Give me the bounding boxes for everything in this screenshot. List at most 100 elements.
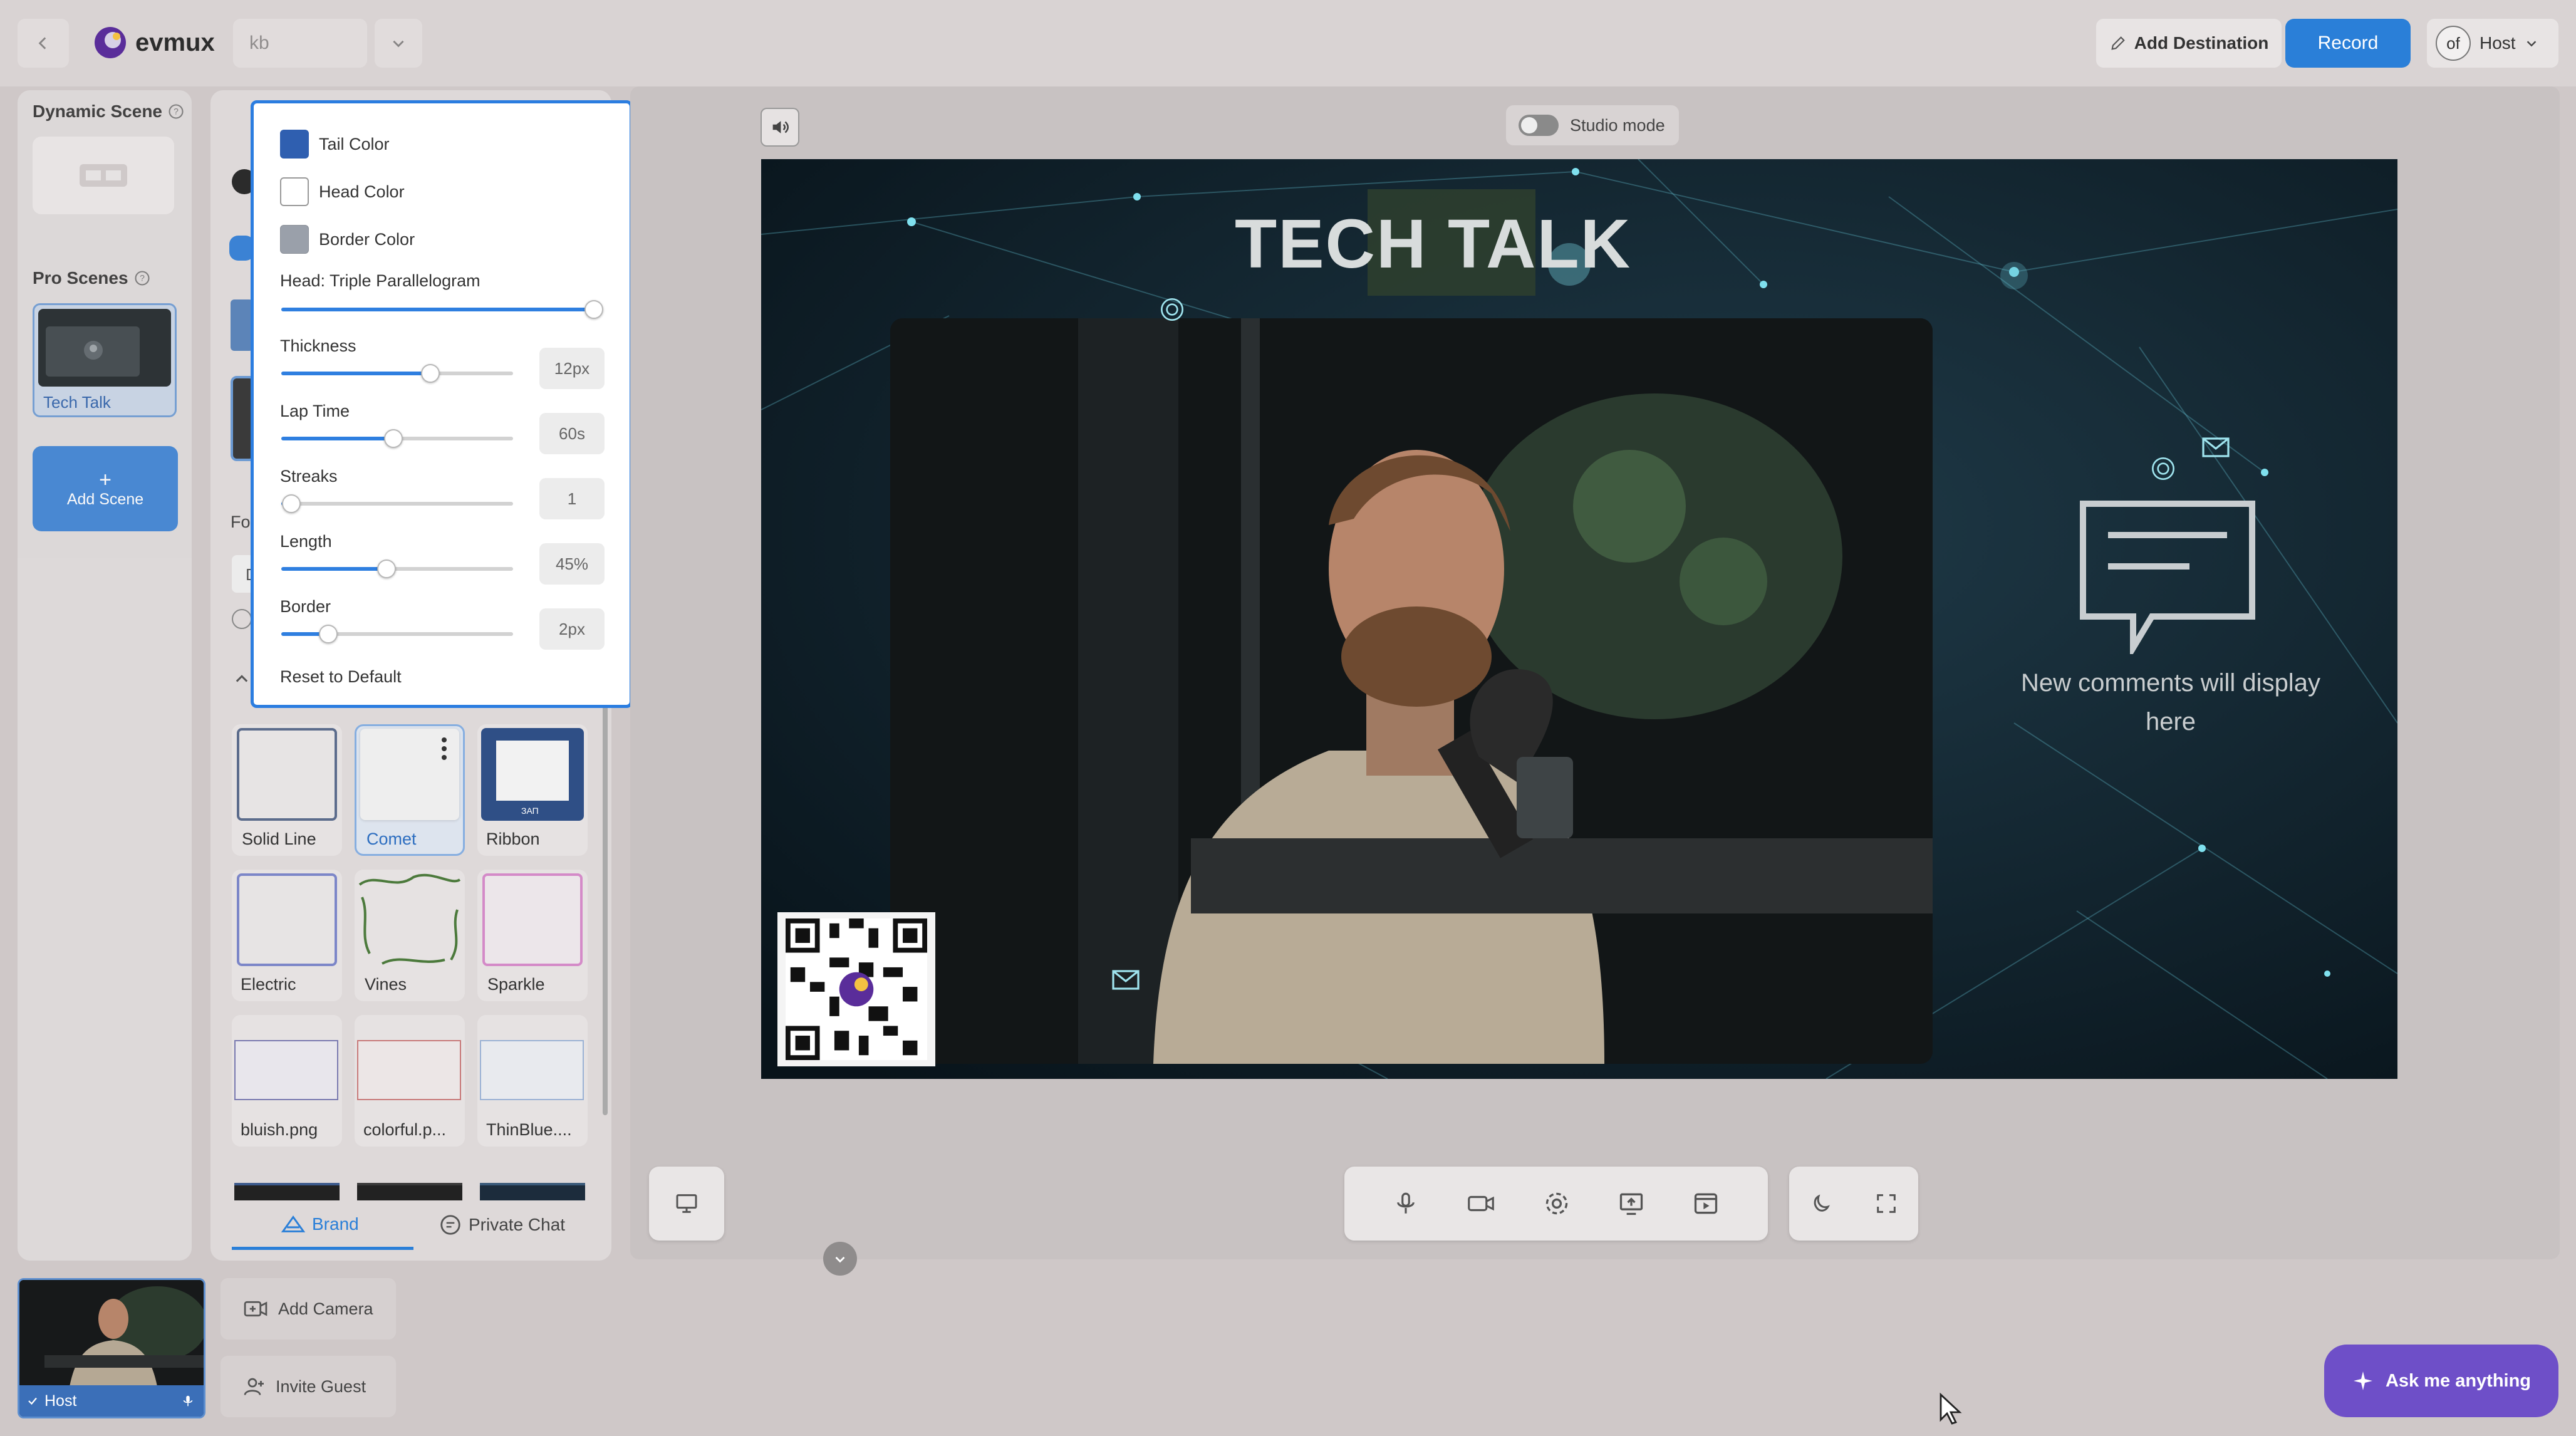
stage-canvas[interactable]: TECH TALK New comments will display here <box>761 159 2397 1079</box>
slider-thumb[interactable] <box>377 559 396 578</box>
media-player-icon[interactable] <box>1692 1190 1720 1217</box>
microphone-icon[interactable] <box>1393 1190 1419 1217</box>
chevron-up-icon[interactable] <box>233 670 251 688</box>
slider-label: Lap Time <box>280 402 350 420</box>
tail-color-swatch[interactable] <box>280 130 309 159</box>
invite-guest-button[interactable]: Invite Guest <box>221 1356 396 1417</box>
audio-toggle-button[interactable] <box>761 108 799 147</box>
qr-code[interactable] <box>777 912 935 1066</box>
comments-placeholder-line2: here <box>2145 708 2196 736</box>
layout-icon <box>80 164 127 187</box>
chevron-down-icon <box>835 1256 845 1263</box>
slider-value-input[interactable]: 45% <box>539 543 605 585</box>
tile-label: bluish.png <box>241 1120 318 1139</box>
border-tile-partial[interactable] <box>234 1183 340 1200</box>
person-video-icon <box>890 318 1933 1064</box>
slider-thumb[interactable] <box>421 364 440 383</box>
more-vertical-icon[interactable] <box>439 736 449 761</box>
pencil-icon <box>2111 36 2125 50</box>
brand-logo[interactable]: evmux <box>93 25 215 60</box>
monitor-icon <box>676 1194 697 1213</box>
border-tile-partial[interactable] <box>357 1183 462 1200</box>
chevron-down-icon <box>393 40 404 48</box>
vines-preview-icon <box>358 873 461 965</box>
head-type-slider-thumb[interactable] <box>584 300 603 319</box>
avatar-text: of <box>2446 33 2460 53</box>
top-bar: evmux kb Add Destination Record of Host <box>0 0 2576 86</box>
project-input[interactable]: kb <box>233 19 367 68</box>
border-color-swatch[interactable] <box>280 225 309 254</box>
border-tile-solid-line[interactable]: Solid Line <box>232 724 342 856</box>
chevron-down-icon <box>2527 41 2536 47</box>
microphone-icon[interactable] <box>181 1394 195 1408</box>
dynamic-scene-card[interactable] <box>33 137 174 214</box>
slider-value-input[interactable]: 60s <box>539 413 605 454</box>
slider-value-input[interactable]: 12px <box>539 348 605 389</box>
project-dropdown-button[interactable] <box>375 19 422 68</box>
add-scene-label: Add Scene <box>66 490 144 508</box>
user-menu[interactable]: of Host <box>2427 19 2558 68</box>
tile-label: colorful.p... <box>363 1120 447 1139</box>
record-button[interactable]: Record <box>2285 19 2411 68</box>
slider-label: Thickness <box>280 336 356 355</box>
tail-color-row[interactable]: Tail Color <box>280 130 390 159</box>
settings-gear-icon[interactable] <box>1543 1190 1571 1217</box>
slider-thumb[interactable] <box>282 494 301 513</box>
head-color-row[interactable]: Head Color <box>280 177 405 206</box>
slider-label: Length <box>280 532 332 551</box>
tab-brand[interactable]: Brand <box>281 1213 359 1236</box>
fullscreen-icon[interactable] <box>1874 1191 1899 1216</box>
border-tile-thinblue[interactable]: ThinBlue.... <box>477 1015 588 1147</box>
camera-icon[interactable] <box>1466 1190 1496 1217</box>
help-icon[interactable]: ? <box>167 103 185 120</box>
studio-mode-toggle[interactable]: Studio mode <box>1506 105 1679 145</box>
head-color-swatch[interactable] <box>280 177 309 206</box>
add-camera-button[interactable]: Add Camera <box>221 1278 396 1340</box>
border-tile-vines[interactable]: Vines <box>355 870 465 1001</box>
target-icon <box>2152 457 2174 480</box>
tab-private-chat[interactable]: Private Chat <box>439 1213 565 1237</box>
slider-track[interactable] <box>281 502 513 506</box>
pro-scene-tech-talk[interactable]: Tech Talk <box>33 303 177 417</box>
slider-value-input[interactable]: 1 <box>539 478 605 519</box>
border-settings-popover: Tail Color Head Color Border Color Head:… <box>251 100 633 708</box>
add-scene-button[interactable]: + Add Scene <box>33 446 178 531</box>
layout-button[interactable] <box>649 1167 724 1241</box>
title-overlay[interactable]: TECH TALK <box>1235 204 1631 284</box>
ask-me-anything-button[interactable]: Ask me anything <box>2324 1345 2558 1417</box>
help-icon[interactable]: ? <box>133 269 151 287</box>
tile-label: Sparkle <box>487 975 545 994</box>
invite-guest-label: Invite Guest <box>276 1376 366 1396</box>
screen-share-icon[interactable] <box>1618 1190 1645 1217</box>
moon-icon[interactable] <box>1809 1191 1834 1216</box>
slider-thumb[interactable] <box>319 625 338 643</box>
camera-feed[interactable] <box>890 318 1933 1064</box>
slider-value-input[interactable]: 2px <box>539 608 605 650</box>
collapse-toggle[interactable] <box>823 1242 857 1276</box>
back-button[interactable] <box>18 19 69 68</box>
tile-label: Electric <box>241 975 296 994</box>
partial-fo-label: Fo <box>231 512 251 531</box>
reset-to-default-link[interactable]: Reset to Default <box>280 667 402 687</box>
studio-mode-switch[interactable] <box>1519 115 1559 136</box>
border-tile-partial[interactable] <box>480 1183 585 1200</box>
border-tile-bluish[interactable]: bluish.png <box>232 1015 342 1147</box>
add-destination-button[interactable]: Add Destination <box>2096 19 2282 68</box>
tile-label: Solid Line <box>242 830 316 848</box>
border-color-row[interactable]: Border Color <box>280 225 415 254</box>
border-tile-sparkle[interactable]: Sparkle <box>477 870 588 1001</box>
dynamic-scene-title: Dynamic Scene <box>33 101 162 121</box>
host-tile[interactable]: Host <box>18 1278 205 1418</box>
mail-icon <box>2202 437 2230 457</box>
border-tile-comet[interactable]: Comet <box>355 724 465 856</box>
slider-thumb[interactable] <box>384 429 403 448</box>
scrollbar[interactable] <box>603 702 608 1115</box>
border-tile-ribbon[interactable]: ЗАП Ribbon <box>477 724 588 856</box>
partial-radio[interactable] <box>232 609 252 629</box>
user-icon <box>84 341 103 360</box>
chevron-left-icon <box>38 37 46 49</box>
border-tile-electric[interactable]: Electric <box>232 870 342 1001</box>
partial-card[interactable] <box>231 299 253 351</box>
slider-fill <box>281 567 386 571</box>
border-tile-colorful[interactable]: colorful.p... <box>355 1015 465 1147</box>
